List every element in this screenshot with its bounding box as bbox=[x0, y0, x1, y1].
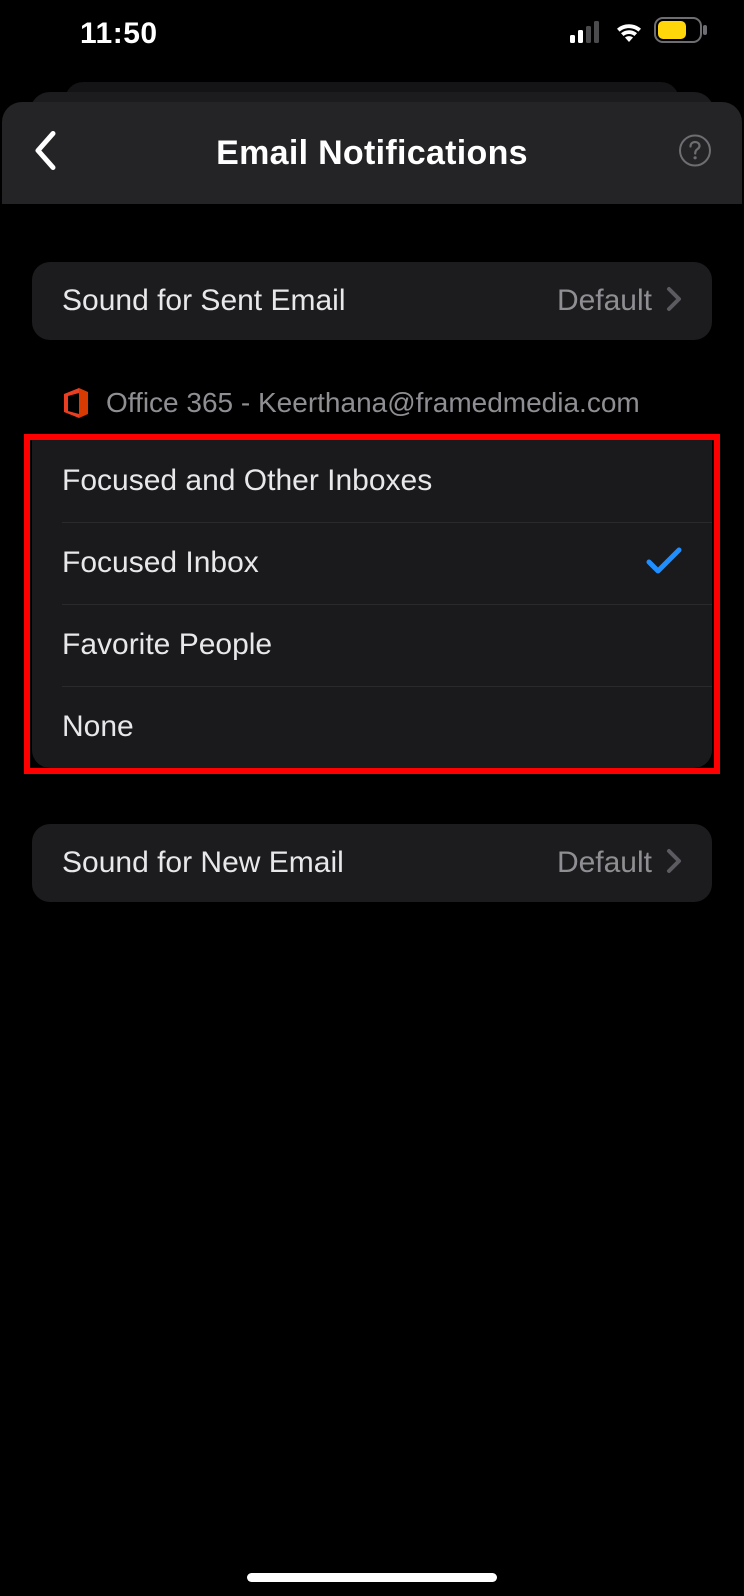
chevron-right-icon bbox=[666, 286, 682, 317]
status-time: 11:50 bbox=[80, 17, 158, 51]
option-label: Focused Inbox bbox=[62, 546, 646, 580]
row-label: Sound for Sent Email bbox=[62, 284, 557, 318]
settings-group: Sound for New Email Default bbox=[32, 824, 712, 902]
chevron-left-icon bbox=[32, 130, 58, 172]
notification-options-list: Focused and Other Inboxes Focused Inbox … bbox=[32, 440, 712, 768]
option-favorite-people[interactable]: Favorite People bbox=[32, 604, 712, 686]
home-indicator bbox=[247, 1573, 497, 1582]
row-value: Default bbox=[557, 846, 652, 880]
option-label: None bbox=[62, 710, 682, 744]
content-area: Sound for Sent Email Default Office 365 … bbox=[2, 204, 742, 1596]
option-none[interactable]: None bbox=[32, 686, 712, 768]
row-value: Default bbox=[557, 284, 652, 318]
account-label: Office 365 - Keerthana@framedmedia.com bbox=[106, 387, 640, 419]
sound-new-row[interactable]: Sound for New Email Default bbox=[32, 824, 712, 902]
option-label: Focused and Other Inboxes bbox=[62, 464, 682, 498]
checkmark-icon bbox=[646, 546, 682, 581]
navigation-bar: Email Notifications bbox=[2, 102, 742, 204]
page-title: Email Notifications bbox=[216, 134, 528, 173]
status-icons bbox=[570, 17, 708, 51]
row-label: Sound for New Email bbox=[62, 846, 557, 880]
help-icon bbox=[678, 134, 712, 168]
help-button[interactable] bbox=[678, 134, 712, 173]
battery-icon bbox=[654, 17, 708, 51]
settings-group: Sound for Sent Email Default bbox=[32, 262, 712, 340]
wifi-icon bbox=[614, 17, 644, 51]
notification-options-highlight: Focused and Other Inboxes Focused Inbox … bbox=[24, 434, 720, 774]
option-focused-inbox[interactable]: Focused Inbox bbox=[32, 522, 712, 604]
cellular-signal-icon bbox=[570, 17, 604, 51]
option-focused-and-other[interactable]: Focused and Other Inboxes bbox=[32, 440, 712, 522]
status-bar: 11:50 bbox=[0, 0, 744, 68]
account-section-header: Office 365 - Keerthana@framedmedia.com bbox=[32, 380, 712, 426]
office-365-icon bbox=[62, 388, 88, 418]
chevron-right-icon bbox=[666, 848, 682, 879]
back-button[interactable] bbox=[32, 130, 58, 177]
option-label: Favorite People bbox=[62, 628, 682, 662]
sound-sent-row[interactable]: Sound for Sent Email Default bbox=[32, 262, 712, 340]
